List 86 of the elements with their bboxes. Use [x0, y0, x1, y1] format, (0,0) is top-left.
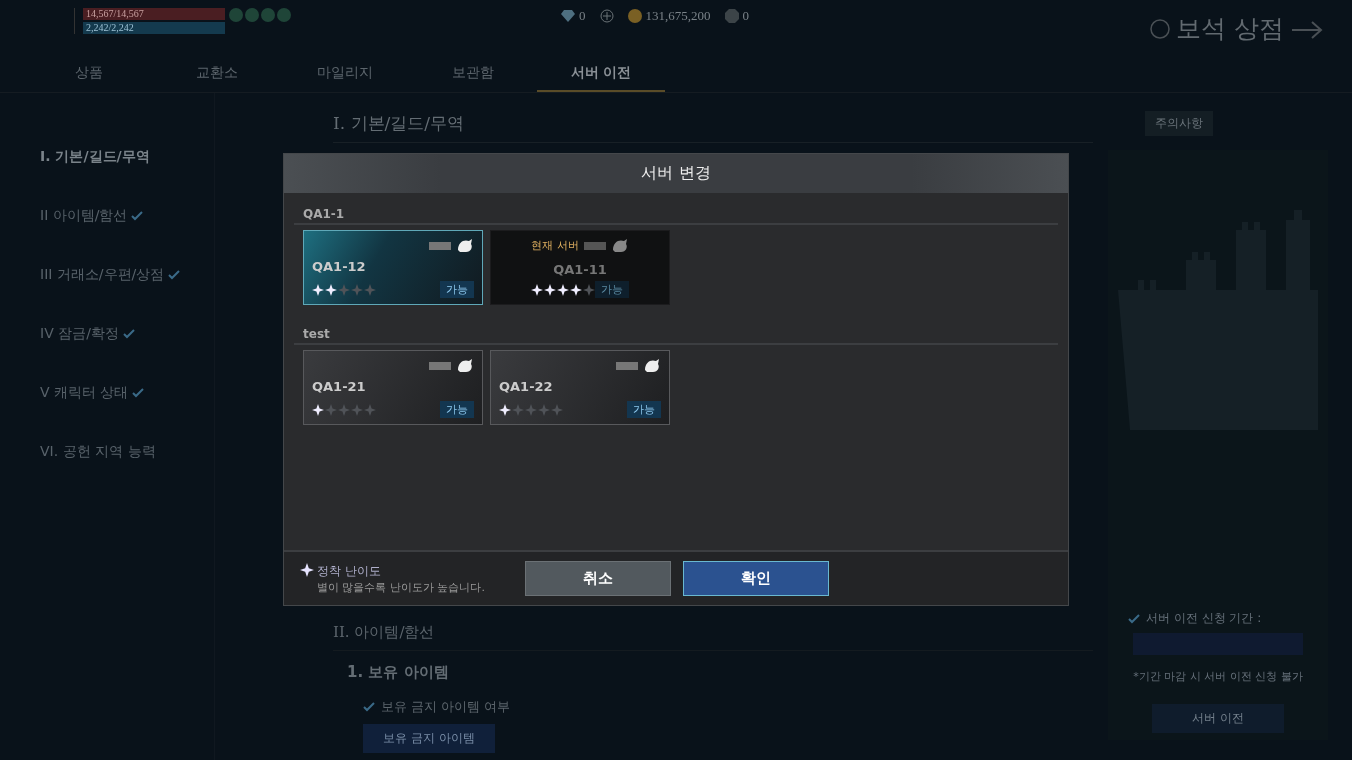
star-icon: [557, 283, 569, 296]
coin-icon: [627, 9, 642, 23]
subsection-heading: 1. 보유 아이템: [347, 663, 450, 682]
star-icon: [544, 283, 556, 296]
star-icon: [364, 403, 376, 416]
buff-icon: [245, 8, 259, 22]
emblem-icon: [643, 358, 661, 374]
star-icon: [551, 403, 563, 416]
shop-title: 보석 상점: [1176, 13, 1284, 45]
transfer-button[interactable]: 서버 이전: [1152, 704, 1284, 733]
tab[interactable]: 마일리지: [281, 50, 409, 92]
status-badge: 가능: [627, 401, 661, 418]
currency-amount: 0: [579, 8, 586, 24]
server-group-label: test: [294, 327, 1058, 345]
status-badge: 가능: [440, 281, 474, 298]
star-icon: [531, 283, 543, 296]
pixelated-name: [429, 362, 451, 370]
star-icon: [538, 403, 550, 416]
dialog-title: 서버 변경: [641, 163, 711, 184]
cancel-button[interactable]: 취소: [525, 561, 671, 596]
server-name: QA1-21: [312, 379, 367, 394]
currency-amount: 0: [742, 8, 749, 24]
star-icon: [312, 283, 324, 296]
tab[interactable]: 상품: [25, 50, 153, 92]
tab[interactable]: 보관함: [409, 50, 537, 92]
star-icon: [570, 283, 582, 296]
buff-icon: [229, 8, 243, 22]
health-value: 14,567/14,567: [85, 8, 144, 20]
star-icon: [364, 283, 376, 296]
server-group-label: QA1-1: [294, 207, 1058, 225]
emblem-icon: [456, 358, 474, 374]
server-name: QA1-11: [553, 262, 607, 277]
help-icon[interactable]: [1150, 18, 1171, 39]
legend-title: 정착 난이도: [317, 562, 382, 580]
sidebar-item[interactable]: I. 기본/길드/무역: [40, 147, 150, 166]
section-heading: II. 아이템/함선: [333, 623, 1093, 651]
star-icon: [312, 403, 324, 416]
server-name: QA1-12: [312, 259, 367, 274]
status-badge: 가능: [595, 281, 629, 298]
mana-value: 2,242/2,242: [85, 22, 134, 34]
star-icon: [351, 403, 363, 416]
pixelated-name: [583, 241, 606, 250]
period-note: *기간 마감 시 서버 이전 신청 불가: [1133, 669, 1303, 684]
period-label: 서버 이전 신청 기간 :: [1146, 610, 1262, 627]
check-label: 보유 금지 아이템 여부: [381, 698, 511, 716]
star-icon: [525, 403, 537, 416]
server-card[interactable]: QA1-22 가능: [490, 350, 670, 425]
star-icon: [351, 283, 363, 296]
emblem-icon: [610, 237, 629, 254]
star-icon: [325, 283, 337, 296]
buff-icon: [261, 8, 275, 22]
currency-amount: 131,675,200: [645, 8, 711, 24]
status-badge: 가능: [440, 401, 474, 418]
sidebar-item[interactable]: III 거래소/우편/상점: [40, 265, 165, 284]
check-icon: [363, 702, 375, 712]
server-card[interactable]: 현재 서버 QA1-11 가능: [490, 230, 670, 305]
star-icon: [338, 283, 350, 296]
pixelated-name: [616, 362, 638, 370]
plus-icon[interactable]: [599, 9, 614, 23]
emblem-icon: [456, 238, 474, 254]
sidebar-item[interactable]: V 캐릭터 상태: [40, 383, 129, 402]
sidebar-item[interactable]: VI. 공헌 지역 능력: [40, 442, 156, 461]
pixelated-name: [429, 242, 451, 250]
section-heading: I. 기본/길드/무역: [333, 112, 464, 135]
star-icon: [338, 403, 350, 416]
sidebar-item[interactable]: IV 잠금/확정: [40, 324, 119, 343]
star-icon: [300, 562, 314, 577]
server-card[interactable]: QA1-21 가능: [303, 350, 483, 425]
tab[interactable]: 서버 이전: [537, 50, 665, 92]
server-card[interactable]: QA1-12 가능: [303, 230, 483, 305]
star-icon: [499, 403, 511, 416]
notice-button[interactable]: 주의사항: [1145, 111, 1213, 136]
diamond-icon: [561, 10, 575, 22]
sidebar-item[interactable]: II 아이템/함선: [40, 206, 128, 225]
star-icon: [512, 403, 524, 416]
server-name: QA1-22: [499, 379, 554, 394]
check-icon: [1128, 613, 1140, 624]
legend-text: 별이 많을수록 난이도가 높습니다.: [317, 579, 485, 595]
star-icon: [583, 283, 595, 296]
buff-icon: [277, 8, 291, 22]
confirm-button[interactable]: 확인: [683, 561, 829, 596]
current-server-label: 현재 서버: [531, 238, 579, 253]
banned-items-button[interactable]: 보유 금지 아이템: [363, 724, 495, 753]
mileage-icon: [724, 9, 739, 23]
star-icon: [325, 403, 337, 416]
tab[interactable]: 교환소: [153, 50, 281, 92]
